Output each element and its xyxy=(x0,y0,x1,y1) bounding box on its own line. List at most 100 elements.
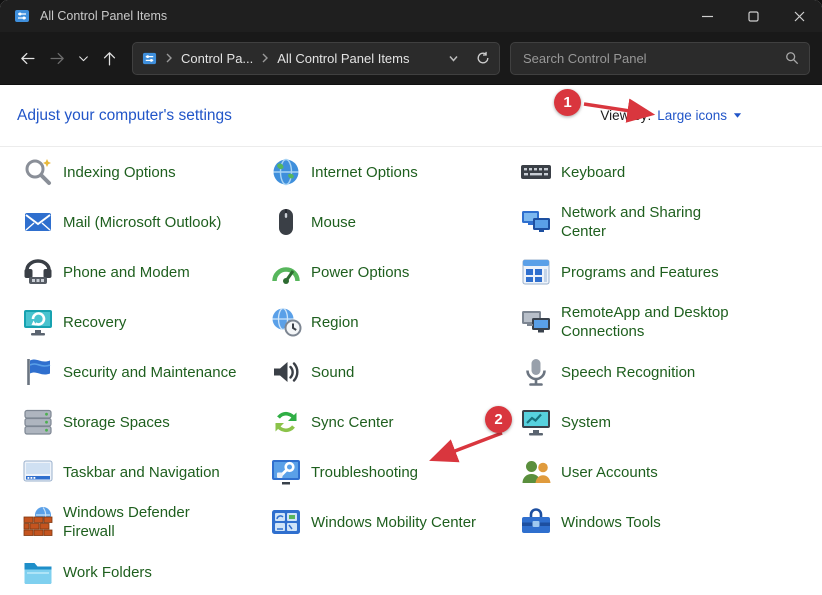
control-panel-item-taskbar-and-navigation[interactable]: Taskbar and Navigation xyxy=(22,447,270,497)
item-label: Windows Tools xyxy=(561,513,661,532)
security-maintenance-icon xyxy=(22,356,54,388)
control-panel-item-storage-spaces[interactable]: Storage Spaces xyxy=(22,397,270,447)
control-panel-item-windows-tools[interactable]: Windows Tools xyxy=(520,497,820,547)
storage-spaces-icon xyxy=(22,406,54,438)
item-label: Work Folders xyxy=(63,563,152,582)
item-label: Phone and Modem xyxy=(63,263,190,282)
search-icon[interactable] xyxy=(785,51,799,65)
control-panel-item-sync-center[interactable]: Sync Center xyxy=(270,397,520,447)
item-label: Programs and Features xyxy=(561,263,719,282)
speech-recognition-icon xyxy=(520,356,552,388)
remoteapp-desktop-connections-icon xyxy=(520,306,552,338)
chevron-right-icon xyxy=(260,53,270,63)
region-icon xyxy=(270,306,302,338)
titlebar: All Control Panel Items xyxy=(0,0,822,32)
item-label: Recovery xyxy=(63,313,126,332)
mouse-icon xyxy=(270,206,302,238)
control-panel-item-remoteapp-and-desktop-connections[interactable]: RemoteApp and Desktop Connections xyxy=(520,297,820,347)
control-panel-item-mouse[interactable]: Mouse xyxy=(270,197,520,247)
windows-mobility-center-icon xyxy=(270,506,302,538)
view-by-control[interactable]: View by: Large icons xyxy=(600,108,742,123)
control-panel-item-user-accounts[interactable]: User Accounts xyxy=(520,447,820,497)
network-sharing-center-icon xyxy=(520,206,552,238)
item-label: Internet Options xyxy=(311,163,418,182)
sync-center-icon xyxy=(270,406,302,438)
control-panel-item-sound[interactable]: Sound xyxy=(270,347,520,397)
keyboard-icon xyxy=(520,156,552,188)
annotation-step-1: 1 xyxy=(554,89,581,116)
search-input[interactable] xyxy=(521,50,777,67)
control-panel-icon xyxy=(14,8,30,24)
breadcrumb-root[interactable]: Control Pa... xyxy=(181,51,253,66)
power-options-icon xyxy=(270,256,302,288)
items-grid: Indexing Options Mail (Microsoft Outlook)… xyxy=(0,147,822,595)
control-panel-item-security-and-maintenance[interactable]: Security and Maintenance xyxy=(22,347,270,397)
item-label: User Accounts xyxy=(561,463,658,482)
item-label: Windows Mobility Center xyxy=(311,513,476,532)
control-panel-item-power-options[interactable]: Power Options xyxy=(270,247,520,297)
control-panel-item-programs-and-features[interactable]: Programs and Features xyxy=(520,247,820,297)
item-label: Keyboard xyxy=(561,163,625,182)
address-bar[interactable]: Control Pa... All Control Panel Items xyxy=(132,42,500,75)
item-label: Sync Center xyxy=(311,413,394,432)
control-panel-item-mail-microsoft-outlook[interactable]: Mail (Microsoft Outlook) xyxy=(22,197,270,247)
navigation-bar: Control Pa... All Control Panel Items xyxy=(0,32,822,85)
control-panel-item-speech-recognition[interactable]: Speech Recognition xyxy=(520,347,820,397)
item-label: Power Options xyxy=(311,263,409,282)
windows-tools-icon xyxy=(520,506,552,538)
control-panel-window: All Control Panel Items xyxy=(0,0,822,595)
control-panel-item-work-folders[interactable]: Work Folders xyxy=(22,547,270,595)
control-panel-item-internet-options[interactable]: Internet Options xyxy=(270,147,520,197)
item-label: Network and Sharing Center xyxy=(561,203,701,241)
control-panel-item-indexing-options[interactable]: Indexing Options xyxy=(22,147,270,197)
work-folders-icon xyxy=(22,556,54,588)
item-label: Taskbar and Navigation xyxy=(63,463,220,482)
item-label: Mail (Microsoft Outlook) xyxy=(63,213,221,232)
address-dropdown-chevron-icon[interactable] xyxy=(448,53,459,64)
control-panel-item-phone-and-modem[interactable]: Phone and Modem xyxy=(22,247,270,297)
items-column: Keyboard Network and Sharing Center Progra… xyxy=(520,147,820,595)
item-label: RemoteApp and Desktop Connections xyxy=(561,303,729,341)
control-panel-item-troubleshooting[interactable]: Troubleshooting xyxy=(270,447,520,497)
item-label: Storage Spaces xyxy=(63,413,170,432)
minimize-button[interactable] xyxy=(684,0,730,32)
page-title: Adjust your computer's settings xyxy=(17,107,232,125)
chevron-right-icon xyxy=(164,53,174,63)
close-button[interactable] xyxy=(776,0,822,32)
windows-defender-firewall-icon xyxy=(22,506,54,538)
sound-icon xyxy=(270,356,302,388)
maximize-button[interactable] xyxy=(730,0,776,32)
items-column: Indexing Options Mail (Microsoft Outlook)… xyxy=(22,147,270,595)
up-button[interactable] xyxy=(94,43,124,73)
control-panel-item-system[interactable]: System xyxy=(520,397,820,447)
view-by-value[interactable]: Large icons xyxy=(657,108,727,123)
annotation-step-2: 2 xyxy=(485,406,512,433)
troubleshooting-icon xyxy=(270,456,302,488)
control-panel-item-network-and-sharing-center[interactable]: Network and Sharing Center xyxy=(520,197,820,247)
recovery-icon xyxy=(22,306,54,338)
view-by-label: View by: xyxy=(600,108,651,123)
back-button[interactable] xyxy=(12,43,42,73)
window-title: All Control Panel Items xyxy=(40,9,167,23)
indexing-options-icon xyxy=(22,156,54,188)
item-label: Security and Maintenance xyxy=(63,363,236,382)
refresh-icon[interactable] xyxy=(476,51,490,65)
breadcrumb-current[interactable]: All Control Panel Items xyxy=(277,51,409,66)
item-label: Indexing Options xyxy=(63,163,176,182)
window-controls xyxy=(684,0,822,32)
forward-button[interactable] xyxy=(42,43,72,73)
recent-locations-chevron[interactable] xyxy=(72,43,94,73)
control-panel-item-windows-defender-firewall[interactable]: Windows Defender Firewall xyxy=(22,497,270,547)
search-box[interactable] xyxy=(510,42,810,75)
system-icon xyxy=(520,406,552,438)
items-column: Internet Options Mouse Power Options Region… xyxy=(270,147,520,595)
content-header: Adjust your computer's settings View by:… xyxy=(0,85,822,147)
control-panel-item-region[interactable]: Region xyxy=(270,297,520,347)
user-accounts-icon xyxy=(520,456,552,488)
item-label: Speech Recognition xyxy=(561,363,695,382)
item-label: Mouse xyxy=(311,213,356,232)
chevron-down-icon[interactable] xyxy=(733,111,742,120)
control-panel-item-recovery[interactable]: Recovery xyxy=(22,297,270,347)
control-panel-item-keyboard[interactable]: Keyboard xyxy=(520,147,820,197)
control-panel-item-windows-mobility-center[interactable]: Windows Mobility Center xyxy=(270,497,520,547)
